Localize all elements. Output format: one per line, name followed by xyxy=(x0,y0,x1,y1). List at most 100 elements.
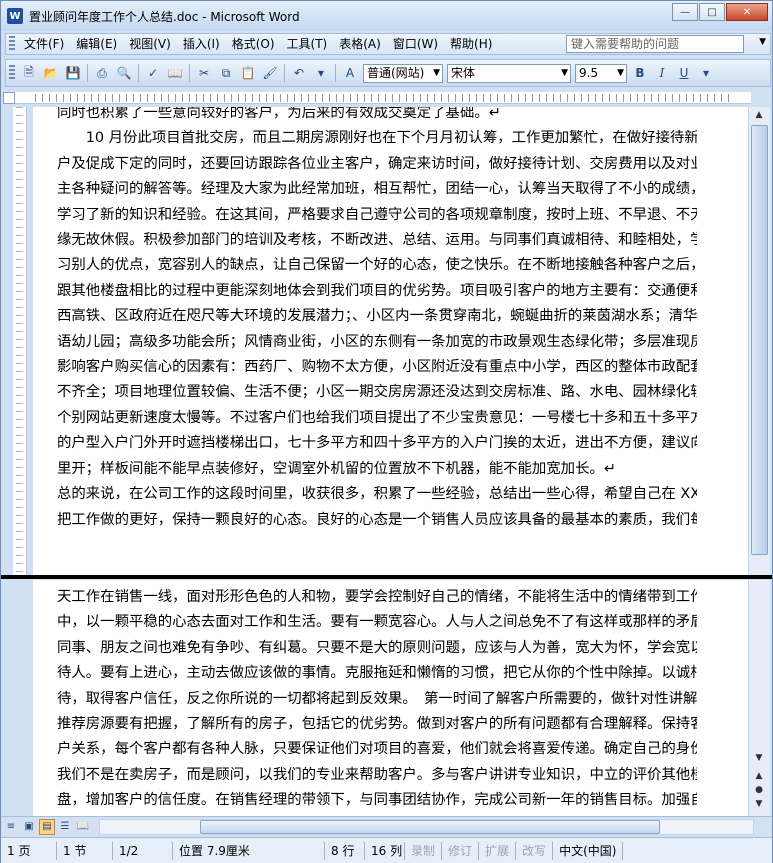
status-pages: 1/2 xyxy=(113,841,173,860)
toolbar-separator xyxy=(138,64,139,82)
text-line: 总的来说，在公司工作的这段时间里，收获很多，积累了一些经验，总结出一些心得，希望… xyxy=(57,486,697,503)
vertical-scrollbar-top[interactable]: ▲ xyxy=(748,107,770,575)
menu-view[interactable]: 视图(V) xyxy=(123,34,177,54)
menu-bar: 文件(F) 编辑(E) 视图(V) 插入(I) 格式(O) 工具(T) 表格(A… xyxy=(5,33,771,55)
italic-button[interactable]: I xyxy=(652,63,672,83)
window-controls: — □ ✕ xyxy=(671,3,768,21)
minimize-button[interactable]: — xyxy=(672,3,698,21)
close-button[interactable]: ✕ xyxy=(726,3,768,21)
status-record[interactable]: 录制 xyxy=(405,841,443,860)
maximize-button[interactable]: □ xyxy=(699,3,725,21)
status-line: 8 行 xyxy=(325,841,365,860)
font-size-select[interactable]: 9.5 ▼ xyxy=(575,63,627,83)
text-line: 天工作在销售一线，面对形形色色的人和物，要学会控制好自己的情绪，不能将生活中的情… xyxy=(57,589,697,605)
left-margin-strip xyxy=(1,580,33,816)
new-document-icon[interactable]: 🗎 xyxy=(19,63,39,83)
document-text-bottom[interactable]: 天工作在销售一线，面对形形色色的人和物，要学会控制好自己的情绪，不能将生活中的情… xyxy=(57,585,697,814)
text-line: 里开；样板间能不能早点装修好，空调室外机留的位置放不下机器，能不能加宽加长。↵ xyxy=(57,460,616,477)
text-line: 缘无故休假。积极参加部门的培训及考核，不断改进、总结、运用。与同事们真诚相待、和… xyxy=(57,232,697,249)
styles-pane-icon[interactable]: A xyxy=(340,63,360,83)
format-painter-icon[interactable]: 🖌 xyxy=(260,63,280,83)
horizontal-scrollbar[interactable] xyxy=(99,819,754,835)
text-line: 的户型入户门外开时遮挡楼梯出口，七十多平方和四十多平方的入户门挨的太近，进出不方… xyxy=(57,435,697,452)
research-icon[interactable]: 📖 xyxy=(165,63,185,83)
text-line: 跟其他楼盘相比的过程中更能深刻地体会到我们项目的优劣势。项目吸引客户的地方主要有… xyxy=(57,282,697,299)
outline-view-icon[interactable]: ☰ xyxy=(57,819,73,835)
status-position: 位置 7.9厘米 xyxy=(173,841,325,860)
status-language[interactable]: 中文(中国) xyxy=(553,841,624,860)
document-text-top[interactable]: 同时也积累了一些意向较好的客户，为后来的有效成交奠定了基础。↵ 10 月份此项目… xyxy=(57,107,697,533)
scroll-thumb[interactable] xyxy=(751,125,768,555)
toolbar-grip-icon[interactable] xyxy=(9,65,15,81)
scroll-up-icon[interactable]: ▲ xyxy=(749,107,769,123)
help-search-input[interactable]: 键入需要帮助的问题 xyxy=(566,35,744,53)
chevron-down-icon[interactable]: ▼ xyxy=(433,65,440,82)
menu-window[interactable]: 窗口(W) xyxy=(387,34,444,54)
text-line: 我们不是在卖房子，而是顾问，以我们的专业来帮助客户。多与客户讲讲专业知识，中立的… xyxy=(57,766,697,783)
document-pane-top[interactable]: 同时也积累了一些意向较好的客户，为后来的有效成交奠定了基础。↵ 10 月份此项目… xyxy=(33,107,748,575)
text-line: 习别人的优点，宽容别人的缺点，让自己保留一个好的心态，使之快乐。在不断地接触各种… xyxy=(57,257,697,274)
menu-file[interactable]: 文件(F) xyxy=(18,34,70,54)
undo-icon[interactable]: ↶ xyxy=(289,63,309,83)
text-line: 盘，增加客户的信任度。在销售经理的带领下，与同事团结协作，完成公司新一年的销售目… xyxy=(57,792,697,809)
hscroll-thumb[interactable] xyxy=(200,820,660,834)
menu-help[interactable]: 帮助(H) xyxy=(444,34,498,54)
status-page: 1 页 xyxy=(1,841,57,860)
document-pane-bottom[interactable]: 天工作在销售一线，面对形形色色的人和物，要学会控制好自己的情绪，不能将生活中的情… xyxy=(33,580,748,816)
vertical-ruler[interactable] xyxy=(13,107,27,575)
font-select[interactable]: 宋体 ▼ xyxy=(447,63,571,83)
reading-layout-view-icon[interactable]: 📖 xyxy=(75,819,91,835)
word-window: W 置业顾问年度工作个人总结.doc - Microsoft Word — □ … xyxy=(0,0,773,863)
text-line: 同事、朋友之间也难免有争吵、有纠葛。只要不是大的原则问题，应该与人为善，宽大为怀… xyxy=(57,639,697,656)
spelling-icon[interactable]: ✓ xyxy=(143,63,163,83)
text-line: 户及促成下定的同时，还要回访跟踪各位业主客户，确定来访时间，做好接待计划、交房费… xyxy=(57,155,697,172)
next-page-icon[interactable]: ▼ xyxy=(749,796,769,812)
horizontal-ruler[interactable] xyxy=(15,92,751,104)
status-overtype[interactable]: 改写 xyxy=(516,841,554,860)
status-column: 16 列 xyxy=(365,841,405,860)
scroll-down-icon[interactable]: ▼ xyxy=(749,750,769,766)
style-select-value: 普通(网站) xyxy=(367,65,425,80)
normal-view-icon[interactable]: ≡ xyxy=(3,819,19,835)
underline-button[interactable]: U xyxy=(674,63,694,83)
text-line: 影响客户购买信心的因素有：西药厂、购物不太方便，小区附近没有重点中小学，西区的整… xyxy=(57,359,697,376)
menu-edit[interactable]: 编辑(E) xyxy=(70,34,123,54)
print-icon[interactable]: ⎙ xyxy=(92,63,112,83)
menu-tools[interactable]: 工具(T) xyxy=(281,34,334,54)
menu-insert[interactable]: 插入(I) xyxy=(177,34,226,54)
window-split-bar[interactable] xyxy=(1,575,772,579)
paste-icon[interactable]: 📋 xyxy=(238,63,258,83)
help-dropdown-icon[interactable]: ▼ xyxy=(759,37,766,47)
status-extend[interactable]: 扩展 xyxy=(479,841,517,860)
tab-selector-icon[interactable] xyxy=(3,92,15,104)
underline-dropdown-icon[interactable]: ▾ xyxy=(696,63,716,83)
save-icon[interactable]: 💾 xyxy=(63,63,83,83)
print-layout-view-icon[interactable]: ▤ xyxy=(39,818,55,835)
text-line: 语幼儿园；高级多功能会所；风情商业街，小区的东侧有一条加宽的市政景观生态绿化带；… xyxy=(57,333,697,350)
toolbar-separator xyxy=(189,64,190,82)
open-folder-icon[interactable]: 📂 xyxy=(41,63,61,83)
undo-dropdown-icon[interactable]: ▾ xyxy=(311,63,331,83)
status-track-changes[interactable]: 修订 xyxy=(442,841,480,860)
word-app-icon[interactable]: W xyxy=(7,8,23,24)
chevron-down-icon[interactable]: ▼ xyxy=(617,65,624,82)
web-layout-view-icon[interactable]: ▣ xyxy=(21,819,37,835)
vertical-scrollbar-bottom[interactable]: ▼ ▲ ● ▼ xyxy=(748,580,770,816)
chevron-down-icon[interactable]: ▼ xyxy=(561,65,568,82)
print-preview-icon[interactable]: 🔍 xyxy=(114,63,134,83)
menu-table[interactable]: 表格(A) xyxy=(333,34,387,54)
text-line: 西高铁、区政府近在咫尺等大环境的发展潜力；、小区内一条贯穿南北，蜿蜒曲折的莱茵湖… xyxy=(57,308,697,325)
standard-toolbar: 🗎 📂 💾 ⎙ 🔍 ✓ 📖 ✂ ⧉ 📋 🖌 ↶ ▾ A 普通(网站) ▼ 宋体 … xyxy=(5,59,771,87)
view-and-hscroll-bar: ≡ ▣ ▤ ☰ 📖 xyxy=(1,816,772,836)
menu-grip-icon[interactable] xyxy=(9,36,15,52)
text-line: 中，以一颗平稳的心态去面对工作和生活。要有一颗宽容心。人与人之间总免不了有这样或… xyxy=(57,614,697,631)
text-line: 学习了新的知识和经验。在这其间，严格要求自己遵守公司的各项规章制度，按时上班、不… xyxy=(57,206,697,223)
font-select-value: 宋体 xyxy=(451,65,476,80)
font-size-value: 9.5 xyxy=(579,65,599,80)
text-line: 把工作做的更好，保持一颗良好的心态。良好的心态是一个销售人员应该具备的最基本的素… xyxy=(57,511,697,528)
copy-icon[interactable]: ⧉ xyxy=(216,63,236,83)
bold-button[interactable]: B xyxy=(630,63,650,83)
style-select[interactable]: 普通(网站) ▼ xyxy=(363,63,443,83)
menu-format[interactable]: 格式(O) xyxy=(226,34,281,54)
cut-icon[interactable]: ✂ xyxy=(194,63,214,83)
